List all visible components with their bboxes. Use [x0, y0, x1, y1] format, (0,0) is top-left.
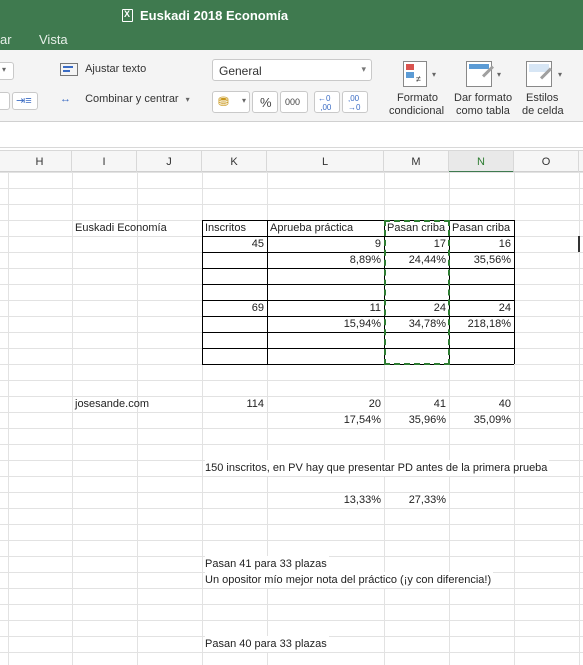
wrap-text-icon	[60, 63, 78, 76]
window-title: Euskadi 2018 Economía	[140, 8, 289, 23]
chevron-down-icon: ▾	[497, 70, 502, 79]
cell-m-41[interactable]: 41	[384, 396, 446, 412]
cell-m-pct3[interactable]: 35,96%	[384, 412, 446, 428]
chevron-down-icon: ▾	[432, 70, 437, 79]
cell-m-pct4[interactable]: 27,33%	[384, 492, 446, 508]
cell-styles-icon	[526, 61, 553, 87]
cell-edge-marker	[578, 236, 580, 252]
cell-l-pct3[interactable]: 17,54%	[267, 412, 381, 428]
format-table-line1: Dar formato	[454, 92, 513, 104]
increase-decimal-icon: ←0 ,00	[318, 94, 332, 112]
cell-n-pct1[interactable]: 35,56%	[449, 252, 511, 268]
format-table-icon	[466, 61, 495, 87]
cell-l-20[interactable]: 20	[267, 396, 381, 412]
format-table-line2: como tabla	[456, 105, 510, 117]
number-format-dropdown[interactable]: General ▾	[212, 59, 372, 81]
thousands-button[interactable]: 000	[280, 91, 308, 113]
column-header-k[interactable]: K	[202, 151, 267, 173]
coins-icon: ⛃	[218, 94, 229, 109]
font-size-dropdown[interactable]: ▾	[0, 62, 14, 80]
label-josesande[interactable]: josesande.com	[75, 396, 149, 412]
chevron-down-icon: ▾	[185, 95, 190, 105]
number-format-value: General	[219, 64, 262, 78]
cell-k-114[interactable]: 114	[202, 396, 264, 412]
cell-styles-line2: de celda	[522, 105, 564, 117]
column-header-m[interactable]: M	[384, 151, 449, 173]
column-header-o[interactable]: O	[514, 151, 579, 173]
percent-label: %	[260, 95, 272, 110]
ribbon-tabs: ar Vista	[0, 30, 583, 50]
increase-decimal-button[interactable]: ←0 ,00	[314, 91, 340, 113]
header-pasan-criba-n[interactable]: Pasan criba	[452, 220, 510, 236]
cell-l-pct2[interactable]: 15,94%	[267, 316, 381, 332]
cell-l-pct1[interactable]: 8,89%	[267, 252, 381, 268]
currency-button[interactable]: ⛃ ▾	[212, 91, 250, 113]
merge-icon: ↔	[60, 93, 71, 105]
column-header-l[interactable]: L	[267, 151, 384, 173]
cell-n-24[interactable]: 24	[449, 300, 511, 316]
decrease-decimal-icon: ,00 →0	[348, 94, 361, 112]
cond-format-line2: condicional	[389, 105, 445, 117]
cond-format-line1: Formato	[397, 92, 438, 104]
increase-indent-button[interactable]: ⇥≡	[12, 92, 38, 110]
conditional-format-button[interactable]: ≠ ▾ Formato condicional	[389, 58, 449, 120]
cell-area[interactable]: Euskadi Economía Inscritos Aprueba práct…	[0, 172, 583, 665]
column-header-j[interactable]: J	[137, 151, 202, 173]
wrap-text-label: Ajustar texto	[85, 63, 147, 76]
column-header-n[interactable]: N	[449, 151, 514, 173]
thousands-label: 000	[285, 97, 301, 107]
header-inscritos[interactable]: Inscritos	[205, 220, 246, 236]
column-header-h[interactable]: H	[8, 151, 72, 173]
cell-m-17[interactable]: 17	[384, 236, 446, 252]
tab-vista[interactable]: Vista	[39, 32, 68, 47]
cell-n-pct2[interactable]: 218,18%	[449, 316, 511, 332]
column-headers: H I J K L M N O	[0, 150, 583, 173]
note-pasan-40[interactable]: Pasan 40 para 33 plazas	[205, 636, 329, 652]
merge-center-button[interactable]: ↔ Combinar y centrar ▾	[60, 93, 190, 106]
cell-m-24[interactable]: 24	[384, 300, 446, 316]
formula-bar[interactable]	[0, 122, 583, 148]
header-pasan-criba-m[interactable]: Pasan criba	[387, 220, 445, 236]
title-bar: Euskadi 2018 Economía	[0, 0, 583, 30]
cell-styles-button[interactable]: ▾ Estilos de celda	[520, 58, 580, 120]
chevron-down-icon: ▾	[361, 64, 366, 74]
column-header-i[interactable]: I	[72, 151, 137, 173]
cell-m-pct2[interactable]: 34,78%	[384, 316, 446, 332]
cell-n-40[interactable]: 40	[449, 396, 511, 412]
ribbon-toolbar: ▾ ⇥≡ Ajustar texto ↔ Combinar y centrar …	[0, 50, 583, 122]
percent-button[interactable]: %	[252, 91, 278, 113]
chevron-down-icon: ▾	[241, 96, 246, 105]
label-euskadi-economia[interactable]: Euskadi Economía	[75, 220, 167, 236]
spreadsheet-grid[interactable]: H I J K L M N O Euskadi Economía Inscrit…	[0, 150, 583, 665]
cell-k-45[interactable]: 45	[202, 236, 264, 252]
cell-styles-line1: Estilos	[526, 92, 559, 104]
format-as-table-button[interactable]: ▾ Dar formato como tabla	[452, 58, 518, 120]
chevron-down-icon: ▾	[558, 70, 563, 79]
cell-m-pct1[interactable]: 24,44%	[384, 252, 446, 268]
note-inscritos[interactable]: 150 inscritos, en PV hay que presentar P…	[205, 460, 550, 476]
cell-l-9[interactable]: 9	[267, 236, 381, 252]
cell-n-16[interactable]: 16	[449, 236, 511, 252]
header-aprueba-practica[interactable]: Aprueba práctica	[270, 220, 353, 236]
excel-document-icon	[122, 9, 133, 22]
cell-n-pct3[interactable]: 35,09%	[449, 412, 511, 428]
chevron-down-icon: ▾	[2, 65, 7, 74]
tab-partial[interactable]: ar	[0, 32, 12, 47]
note-opositor[interactable]: Un opositor mío mejor nota del práctico …	[205, 572, 494, 588]
cell-k-69[interactable]: 69	[202, 300, 264, 316]
indent-icon: ⇥≡	[16, 95, 32, 107]
decrease-indent-button[interactable]	[0, 92, 10, 110]
merge-center-label: Combinar y centrar	[85, 93, 179, 106]
decrease-decimal-button[interactable]: ,00 →0	[342, 91, 368, 113]
cell-l-11[interactable]: 11	[267, 300, 381, 316]
note-pasan-41[interactable]: Pasan 41 para 33 plazas	[205, 556, 329, 572]
conditional-format-icon: ≠	[403, 61, 427, 87]
cell-l-pct4[interactable]: 13,33%	[267, 492, 381, 508]
wrap-text-button[interactable]: Ajustar texto	[60, 63, 146, 76]
